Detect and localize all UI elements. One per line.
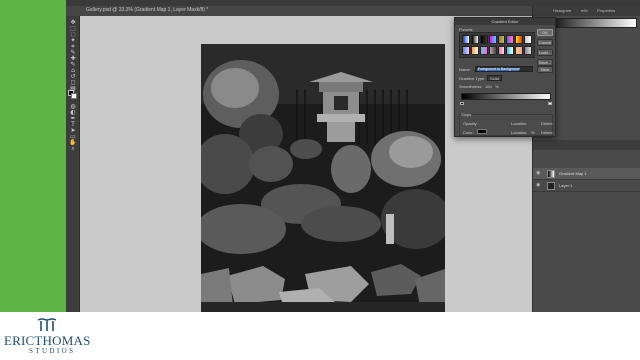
color-label: Color: [463,130,474,135]
gradient-preset-swatch[interactable] [470,45,479,55]
gradient-icon[interactable]: ▤ [69,86,77,92]
stops-label: Stops [461,112,472,117]
panel-tabs: Histogram Info Properties [533,6,640,16]
name-field[interactable]: Foreground to Background [475,66,533,72]
name-label: Name: [459,67,471,72]
gradient-preset-swatch[interactable] [470,35,479,44]
layer-name: Layer 1 [559,183,573,188]
gradient-preset-swatch[interactable] [506,35,515,44]
delete-button[interactable]: Delete [541,130,553,135]
delete-label-top[interactable]: Delete [541,121,553,126]
gradient-preset-swatch[interactable] [497,45,506,55]
gradient-type-select[interactable]: Solid [487,75,502,81]
garden-photo-illustration [201,44,445,312]
branding-strip [0,312,640,360]
tab-histogram[interactable]: Histogram [553,8,571,13]
document-tab[interactable]: Gallery.psd @ 33.3% (Gradient Map 1, Lay… [86,7,208,14]
layer-row-layer-1[interactable]: ◉ Layer 1 [533,180,640,192]
cancel-button[interactable]: Cancel [537,39,553,46]
new-button[interactable]: New [537,66,553,73]
background-color-swatch[interactable] [71,93,77,99]
gradient-map-preview[interactable] [543,18,637,28]
dialog-title: Gradient Editor [455,18,555,25]
gradient-editor-dialog: Gradient Editor Presets OK Cancel Load..… [454,17,556,137]
load-button[interactable]: Load... [537,49,553,56]
opacity-label: Opacity: [463,121,478,126]
color-stop-black[interactable] [460,102,464,105]
location-label-top: Location: [511,121,528,126]
tab-info[interactable]: Info [581,8,588,13]
brand-subtitle: STUDIOS [29,347,76,355]
gradient-preset-swatch[interactable] [479,35,488,44]
video-frame: Gallery.psd @ 33.3% (Gradient Map 1, Lay… [0,0,640,360]
gradient-ramp[interactable] [461,93,551,100]
smoothness-unit: % [495,84,499,89]
gradient-type-label: Gradient Type: [459,76,486,81]
layers-panel-header [533,140,640,150]
gradient-preset-swatch[interactable] [488,35,497,44]
gradient-preset-swatch[interactable] [462,35,470,44]
gradient-preset-swatch[interactable] [462,45,470,55]
gradient-preset-swatch[interactable] [524,45,532,55]
smoothness-value[interactable]: 100 [485,84,492,89]
location-unit: % [531,130,535,135]
tab-properties[interactable]: Properties [597,8,615,13]
presets-grid [459,32,535,58]
name-value: Foreground to Background [477,67,520,71]
eric-thomas-logo-icon [37,318,57,331]
layer-name: Gradient Map 1 [559,171,587,176]
stop-color-swatch[interactable] [477,129,487,134]
gradient-preset-swatch[interactable] [479,45,488,55]
garden-photo [201,44,445,312]
layer-thumbnail [547,170,555,178]
visibility-eye-icon[interactable]: ◉ [536,171,540,176]
zoom-icon[interactable]: ⌕ [69,146,77,152]
save-button[interactable]: Save... [537,59,553,66]
green-side-bar [0,0,66,312]
location-label: Location: [511,130,528,135]
color-stop-white[interactable] [548,102,552,105]
layer-thumbnail [547,182,555,190]
smoothness-label: Smoothness: [459,84,483,89]
gradient-preset-swatch[interactable] [515,35,524,44]
layer-row-gradient-map[interactable]: ◉ Gradient Map 1 [533,168,640,180]
gradient-preset-swatch[interactable] [497,35,506,44]
gradient-preset-swatch[interactable] [524,35,532,44]
gradient-preset-swatch[interactable] [515,45,524,55]
tools-panel: ✥ ⬚ ◌ ✦ ⌗ ✎ ✚ ✎ ⌂ ↺ ◻ ▤ ◍ ◐ ✒ T ➤ ▭ ✋ ⌕ [66,16,80,312]
gradient-preset-swatch[interactable] [488,45,497,55]
ok-button[interactable]: OK [537,29,553,36]
visibility-eye-icon[interactable]: ◉ [536,183,540,188]
gradient-preset-swatch[interactable] [506,45,515,55]
